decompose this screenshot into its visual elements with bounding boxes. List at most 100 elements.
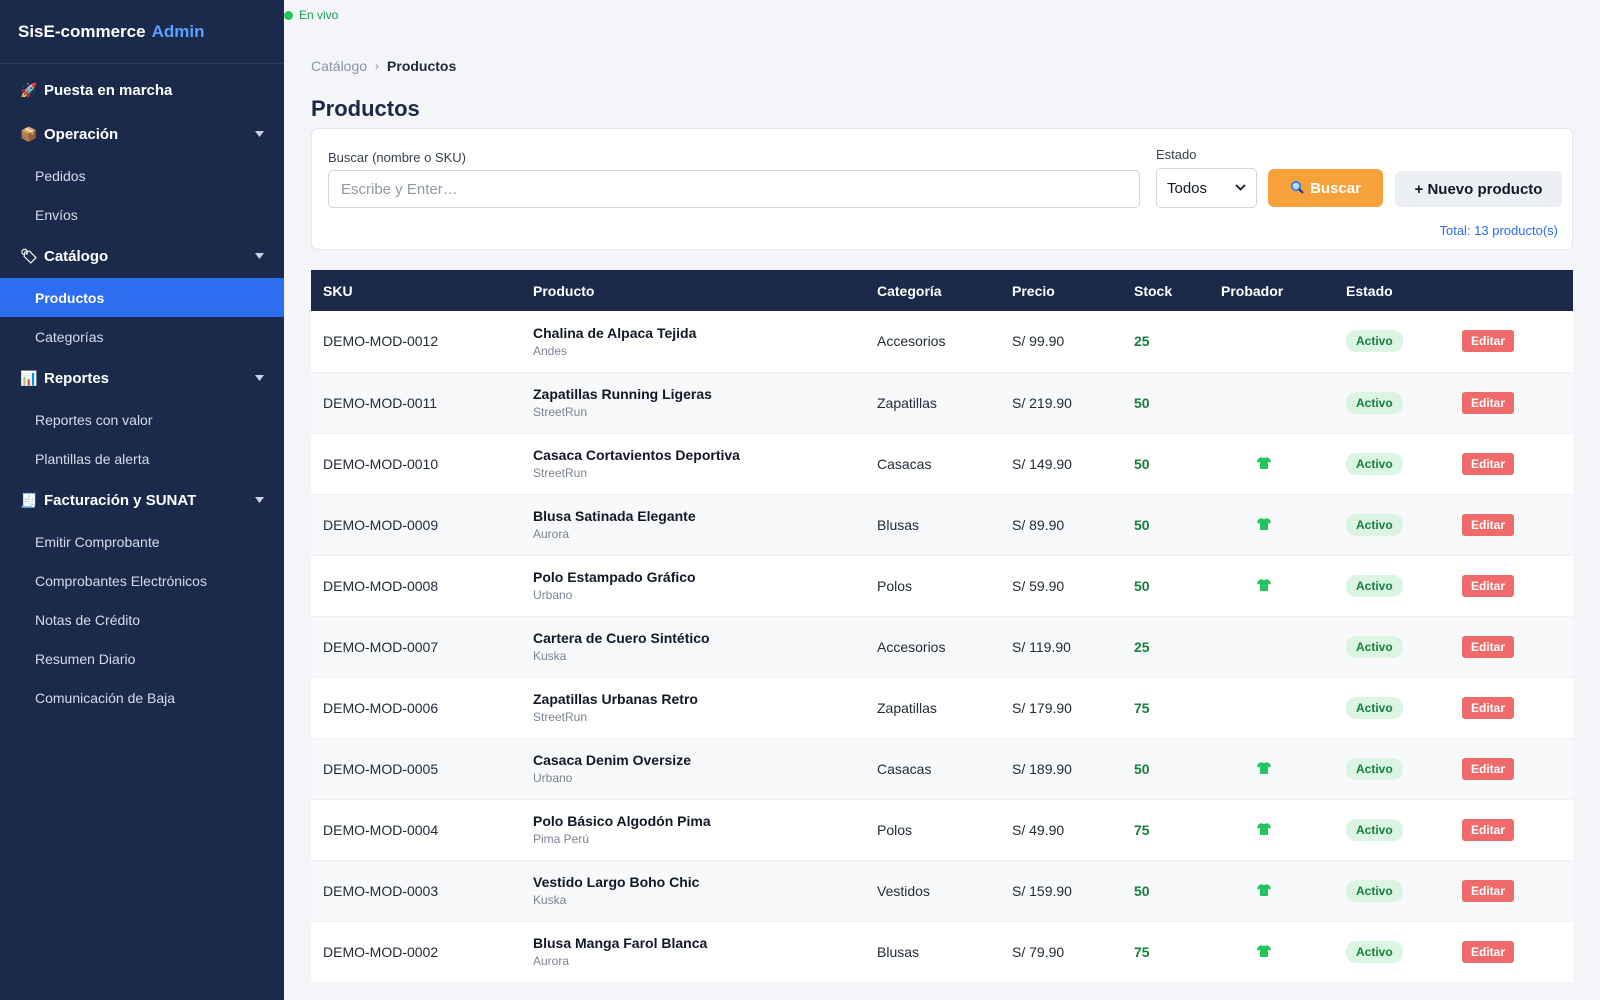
products-table: SKU Producto Categoría Precio Stock Prob… xyxy=(311,270,1573,983)
edit-button[interactable]: Editar xyxy=(1462,818,1515,841)
cell-precio: S/ 159.90 xyxy=(1000,860,1122,922)
cell-producto: Casaca Cortavientos Deportiva StreetRun xyxy=(521,433,865,495)
cell-actions: Editar xyxy=(1454,372,1573,434)
cell-categoria: Polos xyxy=(865,555,1000,617)
cell-estado: Activo xyxy=(1334,677,1454,739)
cell-categoria: Casacas xyxy=(865,738,1000,800)
edit-button[interactable]: Editar xyxy=(1462,879,1515,902)
tag-icon: 🏷 xyxy=(20,247,38,264)
tshirt-icon xyxy=(1257,456,1271,469)
edit-button[interactable]: Editar xyxy=(1462,574,1515,597)
cell-estado: Activo xyxy=(1334,372,1454,434)
edit-button[interactable]: Editar xyxy=(1462,330,1515,353)
product-brand: StreetRun xyxy=(533,466,588,480)
brand-suffix: Admin xyxy=(151,21,205,41)
status-badge: Activo xyxy=(1346,696,1403,719)
cell-sku: DEMO-MOD-0002 xyxy=(311,921,521,983)
cell-precio: S/ 49.90 xyxy=(1000,799,1122,861)
status-badge: Activo xyxy=(1346,818,1403,841)
breadcrumb-separator: › xyxy=(375,59,380,73)
sidebar-item-13[interactable]: Notas de Crédito xyxy=(0,600,284,639)
cell-producto: Zapatillas Urbanas Retro StreetRun xyxy=(521,677,865,739)
product-name: Chalina de Alpaca Tejida xyxy=(533,324,697,341)
sidebar-item-14[interactable]: Resumen Diario xyxy=(0,639,284,678)
table-row: DEMO-MOD-0008 Polo Estampado Gráfico Urban… xyxy=(311,555,1573,617)
estado-label: Estado xyxy=(1156,147,1197,162)
cell-producto: Zapatillas Running Ligeras StreetRun xyxy=(521,372,865,434)
column-header-sku[interactable]: SKU xyxy=(311,270,521,311)
tshirt-icon xyxy=(1257,517,1271,530)
sidebar-section-0[interactable]: 🚀 Puesta en marcha xyxy=(0,68,284,112)
tshirt-icon xyxy=(1257,822,1271,835)
brand-logo[interactable]: SisE-commerce Admin xyxy=(0,0,284,64)
table-row: DEMO-MOD-0010 Casaca Cortavientos Deporti… xyxy=(311,433,1573,495)
nuevo-producto-button[interactable]: + Nuevo producto xyxy=(1395,171,1562,207)
estado-select[interactable]: Todos xyxy=(1156,168,1257,208)
cell-estado: Activo xyxy=(1334,799,1454,861)
caret-down-icon xyxy=(255,251,264,261)
cell-precio: S/ 59.90 xyxy=(1000,555,1122,617)
sidebar-section-label: Operación xyxy=(44,125,119,143)
sidebar-item-8[interactable]: Reportes con valor xyxy=(0,400,284,439)
edit-button[interactable]: Editar xyxy=(1462,757,1515,780)
caret-down-icon xyxy=(255,373,264,383)
edit-button[interactable]: Editar xyxy=(1462,635,1515,658)
sidebar-item-6[interactable]: Categorías xyxy=(0,317,284,356)
product-brand: Aurora xyxy=(533,954,570,968)
cell-probador xyxy=(1209,677,1334,739)
column-header-probador[interactable]: Probador xyxy=(1209,270,1334,311)
rocket-icon: 🚀 xyxy=(20,81,38,98)
cell-estado: Activo xyxy=(1334,921,1454,983)
column-header-precio[interactable]: Precio xyxy=(1000,270,1122,311)
breadcrumb-parent[interactable]: Catálogo xyxy=(311,58,367,74)
sidebar-item-9[interactable]: Plantillas de alerta xyxy=(0,439,284,478)
sidebar-item-3[interactable]: Envíos xyxy=(0,195,284,234)
search-input[interactable] xyxy=(328,170,1140,208)
table-row: DEMO-MOD-0012 Chalina de Alpaca Tejida And… xyxy=(311,311,1573,373)
cell-categoria: Zapatillas xyxy=(865,677,1000,739)
edit-button[interactable]: Editar xyxy=(1462,513,1515,536)
sidebar-section-4[interactable]: 🏷 Catálogo xyxy=(0,234,284,278)
sidebar-item-5[interactable]: Productos xyxy=(0,278,284,317)
cell-actions: Editar xyxy=(1454,799,1573,861)
column-header-producto[interactable]: Producto xyxy=(521,270,865,311)
product-brand: Urbano xyxy=(533,771,573,785)
caret-down-icon xyxy=(255,495,264,505)
cell-estado: Activo xyxy=(1334,616,1454,678)
sidebar-item-12[interactable]: Comprobantes Electrónicos xyxy=(0,561,284,600)
sidebar-item-15[interactable]: Comunicación de Baja xyxy=(0,678,284,717)
status-badge: Activo xyxy=(1346,330,1403,353)
cell-actions: Editar xyxy=(1454,433,1573,495)
cell-categoria: Polos xyxy=(865,799,1000,861)
cell-stock: 50 xyxy=(1122,372,1209,434)
sidebar-section-10[interactable]: 🧾 Facturación y SUNAT xyxy=(0,478,284,522)
sidebar-section-1[interactable]: 📦 Operación xyxy=(0,112,284,156)
column-header-stock[interactable]: Stock xyxy=(1122,270,1209,311)
product-name: Polo Estampado Gráfico xyxy=(533,569,696,585)
cell-sku: DEMO-MOD-0004 xyxy=(311,799,521,861)
column-header-estado[interactable]: Estado xyxy=(1334,270,1454,311)
cell-sku: DEMO-MOD-0010 xyxy=(311,433,521,495)
product-name: Zapatillas Urbanas Retro xyxy=(533,691,698,707)
edit-button[interactable]: Editar xyxy=(1462,940,1515,963)
tshirt-icon xyxy=(1257,883,1271,896)
cell-sku: DEMO-MOD-0012 xyxy=(311,311,521,373)
product-name: Polo Básico Algodón Pima xyxy=(533,813,711,829)
buscar-button[interactable]: Buscar xyxy=(1268,169,1383,207)
sidebar-item-2[interactable]: Pedidos xyxy=(0,156,284,195)
edit-button[interactable]: Editar xyxy=(1462,696,1515,719)
product-name: Cartera de Cuero Sintético xyxy=(533,630,710,646)
cell-actions: Editar xyxy=(1454,311,1573,373)
sidebar-item-11[interactable]: Emitir Comprobante xyxy=(0,522,284,561)
edit-button[interactable]: Editar xyxy=(1462,452,1515,475)
column-header-categoria[interactable]: Categoría xyxy=(865,270,1000,311)
cell-probador xyxy=(1209,616,1334,678)
cell-probador xyxy=(1209,494,1334,556)
bar-chart-icon: 📊 xyxy=(20,369,38,386)
sidebar-section-7[interactable]: 📊 Reportes xyxy=(0,356,284,400)
cell-probador xyxy=(1209,860,1334,922)
cell-actions: Editar xyxy=(1454,677,1573,739)
cell-actions: Editar xyxy=(1454,555,1573,617)
edit-button[interactable]: Editar xyxy=(1462,391,1515,414)
cell-categoria: Accesorios xyxy=(865,311,1000,373)
